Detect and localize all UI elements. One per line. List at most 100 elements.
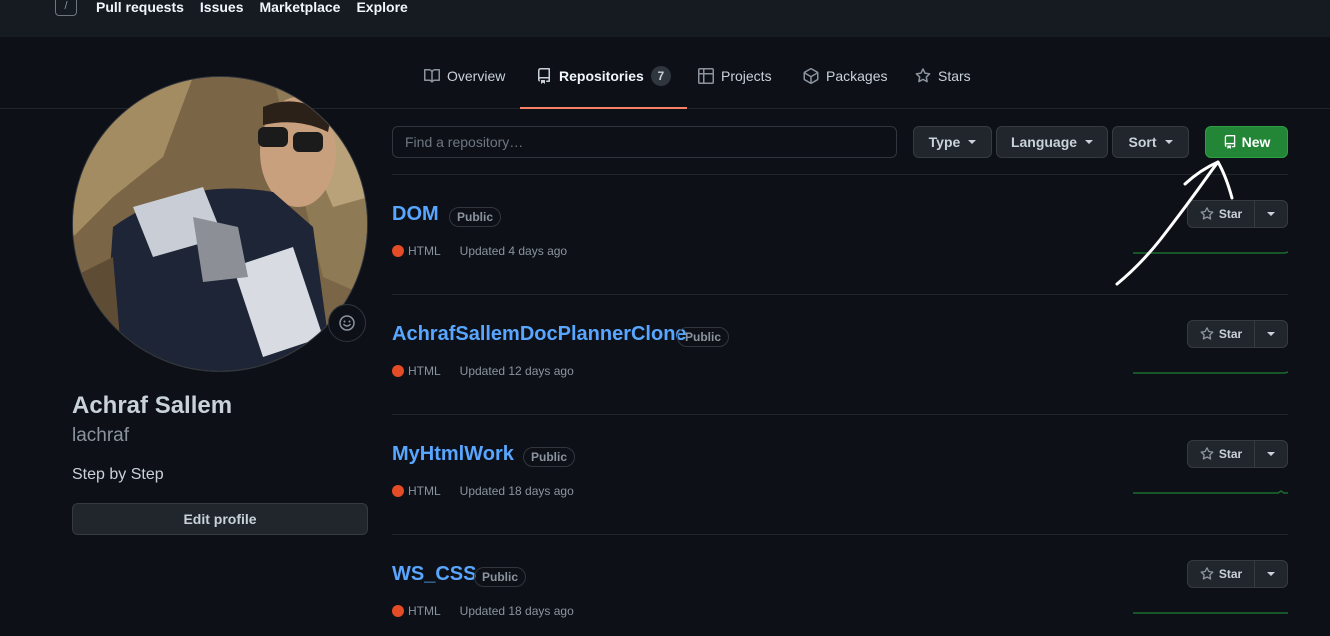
language-color-dot (392, 605, 404, 617)
nav-pull-requests[interactable]: Pull requests (96, 0, 184, 15)
repo-language: HTML (408, 604, 441, 618)
activity-sparkline (1133, 490, 1288, 494)
repo-updated: Updated 4 days ago (459, 244, 568, 258)
caret-down-icon (968, 140, 977, 144)
repo-updated: Updated 18 days ago (459, 604, 574, 618)
tab-stars[interactable]: Stars (915, 67, 971, 109)
star-icon (1200, 207, 1214, 220)
star-icon (915, 68, 931, 83)
repo-name-link[interactable]: DOM (392, 203, 439, 226)
type-filter-button[interactable]: Type (913, 126, 992, 158)
repo-item: MyHtmlWork Public HTML Updated 18 days a… (392, 414, 1288, 534)
tab-repositories[interactable]: Repositories 7 (520, 66, 687, 109)
nav-marketplace[interactable]: Marketplace (260, 0, 341, 15)
language-filter-button[interactable]: Language (996, 126, 1108, 158)
star-button[interactable]: Star (1187, 320, 1255, 348)
edit-profile-button[interactable]: Edit profile (72, 503, 368, 535)
star-button[interactable]: Star (1187, 560, 1255, 588)
tab-projects-label: Projects (721, 68, 772, 84)
repo-language: HTML (408, 364, 441, 378)
nav-explore[interactable]: Explore (356, 0, 407, 15)
tab-projects[interactable]: Projects (698, 67, 772, 109)
language-color-dot (392, 245, 404, 257)
repo-updated: Updated 12 days ago (459, 364, 574, 378)
language-color-dot (392, 485, 404, 497)
repo-item: DOM Public HTML Updated 4 days ago Star (392, 174, 1288, 294)
repository-list: DOM Public HTML Updated 4 days ago Star … (392, 174, 1288, 636)
activity-sparkline (1133, 251, 1288, 254)
new-repository-button[interactable]: New (1205, 126, 1288, 158)
star-button[interactable]: Star (1187, 440, 1255, 468)
star-label: Star (1218, 327, 1243, 341)
visibility-badge: Public (677, 327, 730, 347)
star-icon (1200, 447, 1214, 460)
repo-item: WS_CSS Public HTML Updated 18 days ago S… (392, 534, 1288, 636)
nav-issues[interactable]: Issues (200, 0, 244, 15)
repo-icon (1224, 135, 1235, 149)
repo-name-link[interactable]: WS_CSS (392, 563, 476, 586)
profile-avatar[interactable] (72, 76, 368, 372)
repo-updated: Updated 18 days ago (459, 484, 574, 498)
star-label: Star (1218, 567, 1243, 581)
language-filter-label: Language (1010, 134, 1078, 150)
caret-down-icon (1267, 572, 1275, 576)
repo-language: HTML (408, 244, 441, 258)
caret-down-icon (1267, 452, 1275, 456)
repositories-count-badge: 7 (650, 66, 671, 86)
star-label: Star (1218, 207, 1243, 221)
star-list-dropdown[interactable] (1255, 200, 1288, 228)
star-button-group: Star (1187, 200, 1288, 228)
tab-packages[interactable]: Packages (803, 67, 887, 109)
profile-full-name: Achraf Sallem (72, 392, 233, 419)
caret-down-icon (1164, 140, 1173, 144)
visibility-badge: Public (474, 567, 527, 587)
repo-meta: HTML Updated 4 days ago (392, 244, 567, 258)
repo-language: HTML (408, 484, 441, 498)
tab-stars-label: Stars (938, 68, 971, 84)
star-button[interactable]: Star (1187, 200, 1255, 228)
caret-down-icon (1085, 140, 1094, 144)
new-button-label: New (1241, 134, 1271, 150)
tab-repositories-label: Repositories (559, 68, 644, 84)
sort-label: Sort (1128, 134, 1157, 150)
star-icon (1200, 567, 1214, 580)
top-header: / Pull requests Issues Marketplace Explo… (0, 0, 1330, 37)
star-button-group: Star (1187, 560, 1288, 588)
star-button-group: Star (1187, 320, 1288, 348)
find-repository-input[interactable] (392, 126, 897, 158)
star-label: Star (1218, 447, 1243, 461)
star-list-dropdown[interactable] (1255, 560, 1288, 588)
repo-name-link[interactable]: MyHtmlWork (392, 443, 514, 466)
activity-sparkline (1133, 612, 1288, 614)
set-status-button[interactable] (328, 304, 366, 342)
sort-button[interactable]: Sort (1112, 126, 1189, 158)
star-button-group: Star (1187, 440, 1288, 468)
global-nav: Pull requests Issues Marketplace Explore (96, 0, 408, 15)
repo-meta: HTML Updated 18 days ago (392, 604, 574, 618)
tab-packages-label: Packages (826, 68, 888, 84)
star-list-dropdown[interactable] (1255, 440, 1288, 468)
repo-icon (538, 68, 550, 84)
profile-bio: Step by Step (72, 466, 164, 483)
visibility-badge: Public (449, 207, 502, 227)
repo-item: AchrafSallemDocPlannerClone Public HTML … (392, 294, 1288, 414)
star-icon (1200, 327, 1214, 340)
repo-name-link[interactable]: AchrafSallemDocPlannerClone (392, 323, 687, 346)
type-filter-label: Type (928, 134, 961, 150)
repo-meta: HTML Updated 12 days ago (392, 364, 574, 378)
search-shortcut-key[interactable]: / (55, 0, 77, 16)
tab-overview-label: Overview (447, 68, 506, 84)
caret-down-icon (1267, 332, 1275, 336)
language-color-dot (392, 365, 404, 377)
activity-sparkline (1133, 371, 1288, 374)
caret-down-icon (1267, 212, 1275, 216)
book-icon (424, 68, 440, 83)
tab-overview[interactable]: Overview (424, 67, 505, 109)
package-icon (803, 68, 819, 84)
visibility-badge: Public (523, 447, 576, 467)
profile-username: lachraf (72, 425, 130, 446)
smiley-icon (339, 315, 355, 331)
star-list-dropdown[interactable] (1255, 320, 1288, 348)
avatar-photo (73, 77, 367, 371)
repo-meta: HTML Updated 18 days ago (392, 484, 574, 498)
